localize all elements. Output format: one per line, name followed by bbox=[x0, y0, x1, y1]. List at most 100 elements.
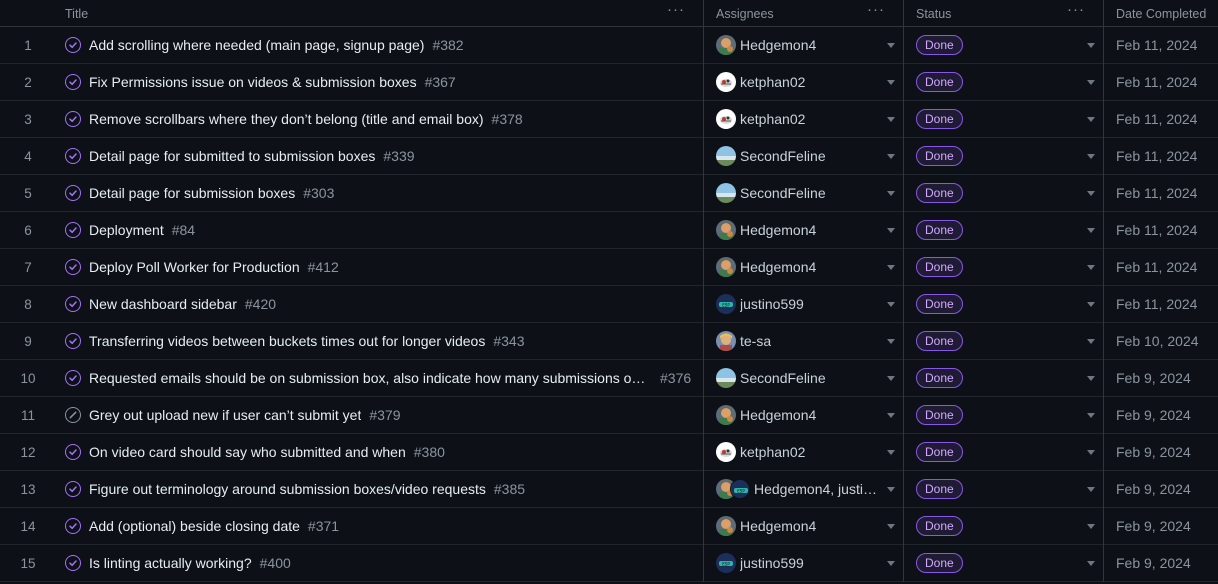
status-badge[interactable]: Done bbox=[916, 405, 963, 425]
title-cell[interactable]: 11 Grey out upload new if user can’t subm… bbox=[0, 396, 704, 434]
title-cell[interactable]: 5 Detail page for submission boxes #303 bbox=[0, 174, 704, 212]
table-row[interactable]: 13 Figure out terminology around submissi… bbox=[0, 470, 1218, 508]
issue-title-link[interactable]: Deploy Poll Worker for Production bbox=[89, 259, 300, 275]
status-dropdown-icon[interactable] bbox=[1087, 153, 1095, 159]
status-badge[interactable]: Done bbox=[916, 368, 963, 388]
assignees-cell[interactable]: te-sa bbox=[704, 322, 904, 360]
table-row[interactable]: 3 Remove scrollbars where they don’t belo… bbox=[0, 100, 1218, 138]
status-cell[interactable]: Done bbox=[904, 248, 1104, 286]
assignees-dropdown-icon[interactable] bbox=[887, 116, 895, 122]
assignees-dropdown-icon[interactable] bbox=[887, 227, 895, 233]
date-completed-cell[interactable]: Feb 9, 2024 bbox=[1104, 434, 1218, 471]
status-badge[interactable]: Done bbox=[916, 72, 963, 92]
status-badge[interactable]: Done bbox=[916, 553, 963, 573]
table-row[interactable]: 8 New dashboard sidebar #420 ESP justino599 D… bbox=[0, 285, 1218, 323]
column-header-title[interactable]: Title ··· bbox=[0, 0, 704, 27]
title-cell[interactable]: 1 Add scrolling where needed (main page, … bbox=[0, 26, 704, 64]
table-row[interactable]: 10 Requested emails should be on submissi… bbox=[0, 359, 1218, 397]
date-completed-cell[interactable]: Feb 9, 2024 bbox=[1104, 471, 1218, 508]
assignees-cell[interactable]: SecondFeline bbox=[704, 174, 904, 212]
title-cell[interactable]: 10 Requested emails should be on submissi… bbox=[0, 359, 704, 397]
assignees-cell[interactable]: ESP justino599 bbox=[704, 544, 904, 582]
status-cell[interactable]: Done bbox=[904, 433, 1104, 471]
date-completed-cell[interactable]: Feb 11, 2024 bbox=[1104, 138, 1218, 175]
status-dropdown-icon[interactable] bbox=[1087, 412, 1095, 418]
date-completed-cell[interactable]: Feb 11, 2024 bbox=[1104, 64, 1218, 101]
issue-title-link[interactable]: Transferring videos between buckets time… bbox=[89, 333, 485, 349]
issue-title-link[interactable]: On video card should say who submitted a… bbox=[89, 444, 406, 460]
assignees-dropdown-icon[interactable] bbox=[887, 560, 895, 566]
column-header-date-completed[interactable]: Date Completed bbox=[1104, 0, 1218, 27]
issue-title-link[interactable]: New dashboard sidebar bbox=[89, 296, 237, 312]
table-row[interactable]: 9 Transferring videos between buckets tim… bbox=[0, 322, 1218, 360]
issue-title-link[interactable]: Detail page for submission boxes bbox=[89, 185, 295, 201]
status-cell[interactable]: Done bbox=[904, 211, 1104, 249]
title-cell[interactable]: 15 Is linting actually working? #400 bbox=[0, 544, 704, 582]
date-completed-cell[interactable]: Feb 11, 2024 bbox=[1104, 27, 1218, 64]
title-cell[interactable]: 14 Add (optional) beside closing date #371 bbox=[0, 507, 704, 545]
table-row[interactable]: 14 Add (optional) beside closing date #371… bbox=[0, 507, 1218, 545]
status-dropdown-icon[interactable] bbox=[1087, 449, 1095, 455]
issue-title-link[interactable]: Remove scrollbars where they don’t belon… bbox=[89, 111, 484, 127]
assignees-dropdown-icon[interactable] bbox=[887, 375, 895, 381]
issue-title-link[interactable]: Deployment bbox=[89, 222, 164, 238]
assignees-dropdown-icon[interactable] bbox=[887, 449, 895, 455]
assignees-dropdown-icon[interactable] bbox=[887, 301, 895, 307]
status-dropdown-icon[interactable] bbox=[1087, 227, 1095, 233]
assignees-cell[interactable]: Hedgemon4 bbox=[704, 26, 904, 64]
assignees-cell[interactable]: Hedgemon4 bbox=[704, 507, 904, 545]
status-dropdown-icon[interactable] bbox=[1087, 338, 1095, 344]
status-cell[interactable]: Done bbox=[904, 322, 1104, 360]
assignees-dropdown-icon[interactable] bbox=[887, 486, 895, 492]
column-title-menu-icon[interactable]: ··· bbox=[667, 2, 685, 17]
date-completed-cell[interactable]: Feb 9, 2024 bbox=[1104, 397, 1218, 434]
status-dropdown-icon[interactable] bbox=[1087, 190, 1095, 196]
status-dropdown-icon[interactable] bbox=[1087, 264, 1095, 270]
table-row[interactable]: 6 Deployment #84 Hedgemon4 Done Feb 11, 2024 bbox=[0, 211, 1218, 249]
table-row[interactable]: 1 Add scrolling where needed (main page, … bbox=[0, 26, 1218, 64]
title-cell[interactable]: 13 Figure out terminology around submissi… bbox=[0, 470, 704, 508]
status-badge[interactable]: Done bbox=[916, 331, 963, 351]
column-status-menu-icon[interactable]: ··· bbox=[1067, 2, 1085, 17]
issue-title-link[interactable]: Fix Permissions issue on videos & submis… bbox=[89, 74, 417, 90]
title-cell[interactable]: 6 Deployment #84 bbox=[0, 211, 704, 249]
issue-title-link[interactable]: Grey out upload new if user can’t submit… bbox=[89, 407, 361, 423]
assignees-dropdown-icon[interactable] bbox=[887, 190, 895, 196]
assignees-cell[interactable]: ESP justino599 bbox=[704, 285, 904, 323]
title-cell[interactable]: 3 Remove scrollbars where they don’t belo… bbox=[0, 100, 704, 138]
status-dropdown-icon[interactable] bbox=[1087, 486, 1095, 492]
status-dropdown-icon[interactable] bbox=[1087, 375, 1095, 381]
status-badge[interactable]: Done bbox=[916, 294, 963, 314]
issue-title-link[interactable]: Figure out terminology around submission… bbox=[89, 481, 486, 497]
assignees-dropdown-icon[interactable] bbox=[887, 153, 895, 159]
date-completed-cell[interactable]: Feb 11, 2024 bbox=[1104, 286, 1218, 323]
status-dropdown-icon[interactable] bbox=[1087, 79, 1095, 85]
status-dropdown-icon[interactable] bbox=[1087, 116, 1095, 122]
status-dropdown-icon[interactable] bbox=[1087, 560, 1095, 566]
issue-title-link[interactable]: Add scrolling where needed (main page, s… bbox=[89, 37, 424, 53]
table-row[interactable]: 2 Fix Permissions issue on videos & submi… bbox=[0, 63, 1218, 101]
status-badge[interactable]: Done bbox=[916, 479, 963, 499]
status-badge[interactable]: Done bbox=[916, 516, 963, 536]
table-row[interactable]: 11 Grey out upload new if user can’t subm… bbox=[0, 396, 1218, 434]
status-badge[interactable]: Done bbox=[916, 146, 963, 166]
table-row[interactable]: 12 On video card should say who submitted… bbox=[0, 433, 1218, 471]
assignees-dropdown-icon[interactable] bbox=[887, 264, 895, 270]
assignees-cell[interactable]: SecondFeline bbox=[704, 137, 904, 175]
status-cell[interactable]: Done bbox=[904, 470, 1104, 508]
status-badge[interactable]: Done bbox=[916, 220, 963, 240]
title-cell[interactable]: 7 Deploy Poll Worker for Production #412 bbox=[0, 248, 704, 286]
status-cell[interactable]: Done bbox=[904, 137, 1104, 175]
date-completed-cell[interactable]: Feb 11, 2024 bbox=[1104, 101, 1218, 138]
assignees-cell[interactable]: ketphan02 bbox=[704, 100, 904, 138]
status-badge[interactable]: Done bbox=[916, 442, 963, 462]
issue-title-link[interactable]: Add (optional) beside closing date bbox=[89, 518, 300, 534]
assignees-cell[interactable]: ESP Hedgemon4, justin… bbox=[704, 470, 904, 508]
assignees-dropdown-icon[interactable] bbox=[887, 338, 895, 344]
title-cell[interactable]: 8 New dashboard sidebar #420 bbox=[0, 285, 704, 323]
table-row[interactable]: 15 Is linting actually working? #400 ESP jus… bbox=[0, 544, 1218, 582]
status-cell[interactable]: Done bbox=[904, 359, 1104, 397]
status-cell[interactable]: Done bbox=[904, 285, 1104, 323]
title-cell[interactable]: 12 On video card should say who submitted… bbox=[0, 433, 704, 471]
status-cell[interactable]: Done bbox=[904, 174, 1104, 212]
